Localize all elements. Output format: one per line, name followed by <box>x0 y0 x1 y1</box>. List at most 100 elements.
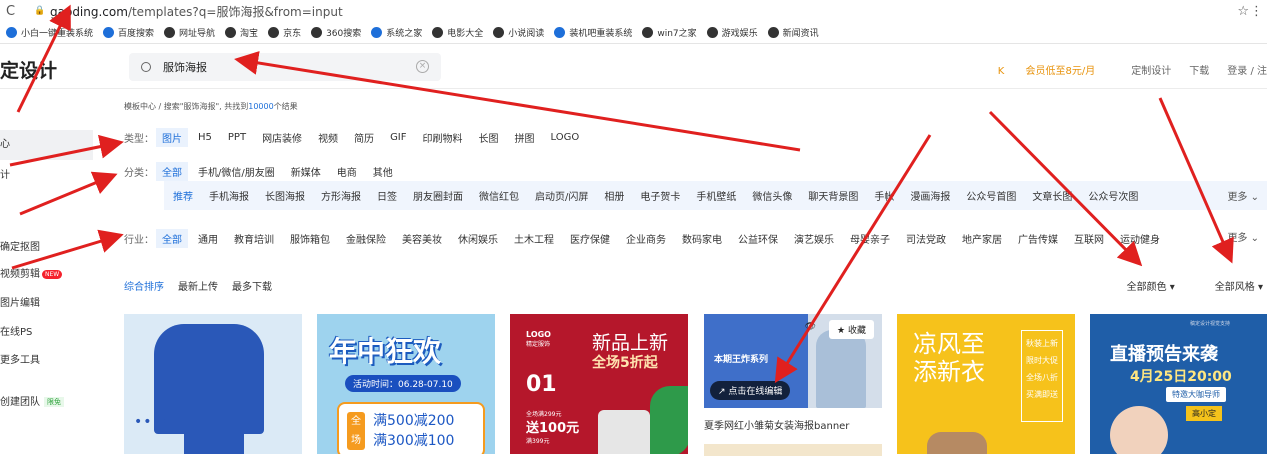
sidebar-item-online-ps[interactable]: 在线PS <box>0 323 32 338</box>
subcategory-filter-option[interactable]: 公众号次图 <box>1088 188 1138 203</box>
template-card-3[interactable]: LOGO 精定服饰 新品上新 全场5折起 01 全场满299元 送100元 满39… <box>510 314 688 454</box>
custom-design-link[interactable]: 定制设计 <box>1131 62 1171 77</box>
sidebar-item-cutout[interactable]: 确定抠图 <box>0 238 40 253</box>
industry-filter-option[interactable]: 医疗保健 <box>570 231 610 246</box>
type-filter-option[interactable]: LOGO <box>551 132 580 143</box>
subcategory-filter-option[interactable]: 电子贺卡 <box>640 188 680 203</box>
more-industries-button[interactable]: 更多 ⌄ <box>1227 229 1259 244</box>
bookmark-item[interactable]: 京东 <box>268 26 301 39</box>
category-filter-option[interactable]: 电商 <box>337 164 357 179</box>
subcategory-filter-option[interactable]: 方形海报 <box>321 188 361 203</box>
type-filter-option[interactable]: 简历 <box>354 130 374 145</box>
industry-filter-option[interactable]: 企业商务 <box>626 231 666 246</box>
bookmark-item[interactable]: 网址导航 <box>164 26 215 39</box>
sidebar-item-create-team[interactable]: 创建团队 限免 <box>0 393 64 408</box>
next-card-preview[interactable] <box>704 444 882 456</box>
subcategory-filter-option[interactable]: 微信头像 <box>752 188 792 203</box>
subcategory-filter-option[interactable]: 相册 <box>604 188 624 203</box>
download-link[interactable]: 下载 <box>1189 62 1209 77</box>
vip-link[interactable]: K 会员低至8元/月 <box>998 62 1113 77</box>
favorite-button[interactable]: ★ 收藏 <box>829 320 874 339</box>
subcategory-filter-option[interactable]: 日签 <box>377 188 397 203</box>
sidebar-item-template-center[interactable]: 心 <box>0 130 93 160</box>
style-dropdown[interactable]: 全部风格 ▾ <box>1195 278 1263 293</box>
logo[interactable]: 定设计 <box>0 56 57 83</box>
sort-most-downloads[interactable]: 最多下载 <box>232 278 272 293</box>
industry-filter-option[interactable]: 休闲娱乐 <box>458 231 498 246</box>
template-card-6[interactable]: 稿定设计视觉支持 直播预告来袭 4月25日20:00 特邀大咖导师 高小定 <box>1090 314 1267 454</box>
category-filter-option[interactable]: 手机/微信/朋友圈 <box>198 164 275 179</box>
bookmark-item[interactable]: 360搜索 <box>311 26 361 39</box>
more-subcategories-button[interactable]: 更多 ⌄ <box>1227 188 1259 203</box>
type-filter-option[interactable]: 网店装修 <box>262 130 302 145</box>
search-box[interactable]: 服饰海报 × <box>129 53 441 81</box>
bookmark-item[interactable]: 小白一键重装系统 <box>6 26 93 39</box>
bookmark-item[interactable]: 小说阅读 <box>493 26 544 39</box>
color-dropdown[interactable]: 全部颜色 ▾ <box>1107 278 1175 293</box>
sidebar-item-design[interactable]: 计 <box>0 166 10 181</box>
template-card-1[interactable]: •••• <box>124 314 302 454</box>
type-filter-option[interactable]: H5 <box>198 132 212 143</box>
bookmark-item[interactable]: 百度搜索 <box>103 26 154 39</box>
sidebar-item-image-edit[interactable]: 图片编辑 <box>0 294 40 309</box>
industry-filter-option[interactable]: 数码家电 <box>682 231 722 246</box>
bookmark-item[interactable]: 系统之家 <box>371 26 422 39</box>
industry-filter-option[interactable]: 公益环保 <box>738 231 778 246</box>
industry-filter-option[interactable]: 运动健身 <box>1120 231 1160 246</box>
bookmark-star-icon[interactable]: ☆ <box>1237 4 1249 19</box>
type-filter-option[interactable]: PPT <box>228 132 246 143</box>
subcategory-filter-option[interactable]: 推荐 <box>173 188 193 203</box>
industry-filter-option[interactable]: 教育培训 <box>234 231 274 246</box>
sort-newest[interactable]: 最新上传 <box>178 278 218 293</box>
subcategory-filter-option[interactable]: 长图海报 <box>265 188 305 203</box>
url-field[interactable]: gaoding.com/templates?q=服饰海报&from=input <box>50 3 343 20</box>
industry-filter-option[interactable]: 服饰箱包 <box>290 231 330 246</box>
industry-filter-option[interactable]: 全部 <box>156 229 188 248</box>
search-input[interactable]: 服饰海报 <box>163 59 207 75</box>
menu-icon[interactable]: ⋮ <box>1250 4 1263 19</box>
bookmark-item[interactable]: 装机吧重装系统 <box>554 26 632 39</box>
subcategory-filter-option[interactable]: 聊天背景图 <box>808 188 858 203</box>
bookmark-item[interactable]: 游戏娱乐 <box>706 26 758 39</box>
subcategory-filter-option[interactable]: 启动页/闪屏 <box>535 188 588 203</box>
template-card-2[interactable]: 年中狂欢 活动时间：06.28-07.10 全场 满500减200 满300减1… <box>317 314 495 454</box>
sidebar-item-video[interactable]: 视频剪辑 NEW <box>0 265 63 280</box>
login-link[interactable]: 登录 / 注 <box>1227 62 1267 77</box>
industry-filter-option[interactable]: 地产家居 <box>962 231 1002 246</box>
subcategory-filter-option[interactable]: 微信红包 <box>479 188 519 203</box>
sidebar-item-more-tools[interactable]: 更多工具 <box>0 351 40 366</box>
industry-filter-option[interactable]: 通用 <box>198 231 218 246</box>
subcategory-filter-option[interactable]: 公众号首图 <box>966 188 1016 203</box>
industry-filter-option[interactable]: 美容美妆 <box>402 231 442 246</box>
bookmark-item[interactable]: 淘宝 <box>225 26 258 39</box>
card-title[interactable]: 夏季网红小雏菊女装海报banner <box>704 417 849 432</box>
template-card-5[interactable]: 凉风至 添新衣 秋装上新 限时大促 全场八折 买满即送 <box>897 314 1075 454</box>
industry-filter-option[interactable]: 广告传媒 <box>1018 231 1058 246</box>
bookmark-item[interactable]: 新闻资讯 <box>767 26 819 39</box>
industry-filter-option[interactable]: 互联网 <box>1074 231 1104 246</box>
industry-filter-option[interactable]: 土木工程 <box>514 231 554 246</box>
type-filter-option[interactable]: 印刷物料 <box>423 130 463 145</box>
industry-filter-option[interactable]: 司法党政 <box>906 231 946 246</box>
subcategory-filter-option[interactable]: 手机海报 <box>209 188 249 203</box>
template-card-4[interactable]: 本期王炸系列 👁 ★ 收藏 ↗ 点击在线编辑 <box>704 314 882 408</box>
subcategory-filter-option[interactable]: 文章长图 <box>1032 188 1072 203</box>
subcategory-filter-option[interactable]: 手帐 <box>874 188 894 203</box>
reload-icon[interactable]: C <box>6 4 20 19</box>
industry-filter-option[interactable]: 金融保险 <box>346 231 386 246</box>
subcategory-filter-option[interactable]: 漫画海报 <box>910 188 950 203</box>
bookmark-item[interactable]: 电影大全 <box>432 26 483 39</box>
edit-online-button[interactable]: ↗ 点击在线编辑 <box>710 381 791 400</box>
subcategory-filter-option[interactable]: 手机壁纸 <box>696 188 736 203</box>
type-filter-option[interactable]: 长图 <box>479 130 499 145</box>
bookmark-item[interactable]: win7之家 <box>642 26 697 39</box>
clear-icon[interactable]: × <box>416 60 429 73</box>
category-filter-option[interactable]: 新媒体 <box>291 164 321 179</box>
industry-filter-option[interactable]: 演艺娱乐 <box>794 231 834 246</box>
industry-filter-option[interactable]: 母婴亲子 <box>850 231 890 246</box>
category-filter-option[interactable]: 全部 <box>156 162 188 181</box>
preview-eye-icon[interactable]: 👁 <box>805 322 816 332</box>
type-filter-option[interactable]: GIF <box>390 132 406 143</box>
subcategory-filter-option[interactable]: 朋友圈封面 <box>413 188 463 203</box>
type-filter-option[interactable]: 视频 <box>318 130 338 145</box>
